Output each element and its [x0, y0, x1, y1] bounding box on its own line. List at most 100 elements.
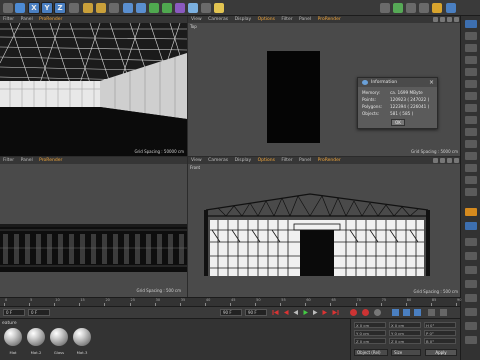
position-x-field[interactable]: X 0 cm: [354, 322, 386, 328]
object-manager-icon[interactable]: [465, 20, 477, 28]
menu-cameras[interactable]: Cameras: [208, 17, 228, 22]
camera-icon[interactable]: [201, 3, 211, 13]
nurbs-icon[interactable]: [149, 3, 159, 13]
tag-icon[interactable]: [465, 80, 477, 88]
attribute-tab-icon[interactable]: [465, 208, 477, 216]
tag-icon[interactable]: [465, 140, 477, 148]
next-frame-icon[interactable]: [312, 309, 319, 316]
attribute-field-icon[interactable]: [465, 322, 477, 330]
menu-cameras[interactable]: Cameras: [208, 158, 228, 163]
tag-icon[interactable]: [465, 56, 477, 64]
layer-icon[interactable]: [465, 32, 477, 40]
menu-prorender[interactable]: ProRender: [318, 158, 341, 163]
tag-icon[interactable]: [465, 44, 477, 52]
material-preview[interactable]: [73, 328, 91, 346]
menu-display[interactable]: Display: [235, 158, 252, 163]
coordinate-mode-select[interactable]: Object (Rel): [354, 349, 388, 356]
deformer-icon[interactable]: [175, 3, 185, 13]
material-preview[interactable]: [50, 328, 68, 346]
size-z-field[interactable]: Z 0 cm: [389, 338, 421, 344]
pla-key-icon[interactable]: [440, 309, 447, 316]
tag-icon[interactable]: [465, 116, 477, 124]
zoom-view-icon[interactable]: [440, 158, 445, 163]
material-preview[interactable]: [4, 328, 22, 346]
tag-icon[interactable]: [465, 128, 477, 136]
previous-frame-icon[interactable]: [292, 309, 299, 316]
render-view-icon[interactable]: [83, 3, 93, 13]
select-icon[interactable]: [15, 3, 25, 13]
menu-options[interactable]: Options: [258, 17, 275, 22]
attribute-field-icon[interactable]: [465, 252, 477, 260]
ok-button[interactable]: OK: [391, 119, 405, 126]
move-view-icon[interactable]: [433, 17, 438, 22]
tag-icon[interactable]: [465, 152, 477, 160]
menu-panel[interactable]: Panel: [21, 17, 33, 22]
axis-icon[interactable]: [406, 3, 416, 13]
cube-icon[interactable]: [123, 3, 133, 13]
start-frame-field[interactable]: 0 F: [28, 309, 50, 316]
tag-icon[interactable]: [465, 188, 477, 196]
menu-options[interactable]: Options: [258, 158, 275, 163]
layout-icon[interactable]: [446, 3, 456, 13]
menu-filter[interactable]: Filter: [281, 17, 292, 22]
maximize-view-icon[interactable]: [454, 158, 459, 163]
y-axis-button[interactable]: Y: [41, 2, 53, 14]
workplane-icon[interactable]: [393, 3, 403, 13]
rotation-key-icon[interactable]: [414, 309, 421, 316]
play-icon[interactable]: [302, 309, 309, 316]
size-mode-select[interactable]: Size: [391, 349, 421, 356]
close-icon[interactable]: ×: [429, 79, 434, 86]
rotation-p-field[interactable]: P 0°: [424, 330, 456, 336]
first-frame-icon[interactable]: [272, 309, 279, 316]
end-frame-field[interactable]: 90 F: [220, 309, 242, 316]
size-y-field[interactable]: Y 0 cm: [389, 330, 421, 336]
menu-prorender[interactable]: ProRender: [318, 17, 341, 22]
viewport-front[interactable]: View Cameras Display Options Filter Pane…: [188, 157, 460, 297]
menu-prorender[interactable]: ProRender: [39, 158, 62, 163]
apply-button[interactable]: Apply: [425, 349, 457, 356]
material-manager-tab[interactable]: eature: [2, 321, 17, 326]
coordinate-system-icon[interactable]: [69, 3, 79, 13]
menu-view[interactable]: View: [191, 17, 202, 22]
viewport-right[interactable]: Filter Panel ProRender Grid Spacing: 50…: [0, 157, 187, 297]
previous-key-icon[interactable]: [282, 309, 289, 316]
rotation-b-field[interactable]: B 0°: [424, 338, 456, 344]
undo-icon[interactable]: [3, 3, 13, 13]
menu-panel[interactable]: Panel: [21, 158, 33, 163]
viewport-perspective[interactable]: Filter Panel ProRender Grid Spacing: 50…: [0, 16, 187, 156]
scale-key-icon[interactable]: [403, 309, 410, 316]
rotate-view-icon[interactable]: [447, 17, 452, 22]
material-preview[interactable]: [27, 328, 45, 346]
attribute-field-icon[interactable]: [465, 294, 477, 302]
menu-filter[interactable]: Filter: [3, 17, 14, 22]
menu-prorender[interactable]: ProRender: [39, 17, 62, 22]
preview-end-field[interactable]: 90 F: [245, 309, 267, 316]
array-icon[interactable]: [162, 3, 172, 13]
rotate-view-icon[interactable]: [447, 158, 452, 163]
keyframe-selection-icon[interactable]: [374, 309, 381, 316]
menu-panel[interactable]: Panel: [299, 158, 311, 163]
render-settings-icon[interactable]: [109, 3, 119, 13]
tag-icon[interactable]: [465, 104, 477, 112]
attribute-field-icon[interactable]: [465, 308, 477, 316]
menu-view[interactable]: View: [191, 158, 202, 163]
tag-icon[interactable]: [465, 92, 477, 100]
x-axis-button[interactable]: X: [28, 2, 40, 14]
render-picture-icon[interactable]: [96, 3, 106, 13]
size-x-field[interactable]: X 0 cm: [389, 322, 421, 328]
gear-icon[interactable]: [419, 3, 429, 13]
autokey-icon[interactable]: [362, 309, 369, 316]
attribute-field-icon[interactable]: [465, 280, 477, 288]
attribute-field-icon[interactable]: [465, 238, 477, 246]
rotation-h-field[interactable]: H 0°: [424, 322, 456, 328]
current-frame-field[interactable]: 0 F: [3, 309, 25, 316]
menu-panel[interactable]: Panel: [299, 17, 311, 22]
param-key-icon[interactable]: [428, 309, 435, 316]
position-key-icon[interactable]: [392, 309, 399, 316]
project-icon[interactable]: [465, 222, 477, 230]
light-icon[interactable]: [214, 3, 224, 13]
position-y-field[interactable]: Y 0 cm: [354, 330, 386, 336]
menu-display[interactable]: Display: [235, 17, 252, 22]
timeline-ruler[interactable]: 0 5 10 15 20 25 30 35 40 45 50 55 60 65 70 75 80 85 90: [0, 297, 461, 306]
record-icon[interactable]: [350, 309, 357, 316]
